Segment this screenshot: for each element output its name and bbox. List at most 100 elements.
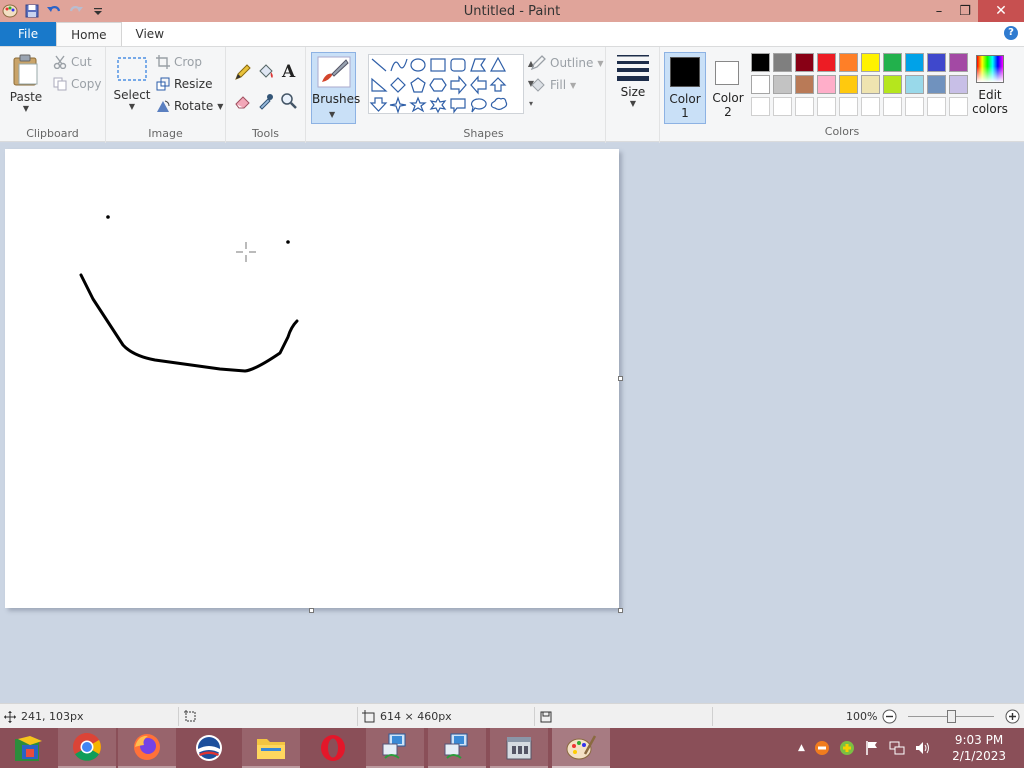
brushes-dropdown-icon[interactable]: ▼	[329, 110, 335, 119]
resize-handle-corner[interactable]	[618, 608, 623, 613]
canvas-workspace[interactable]	[0, 143, 1024, 703]
color-1-button[interactable]: Color 1	[664, 52, 706, 124]
zoom-slider[interactable]	[908, 709, 995, 724]
palette-swatch[interactable]	[861, 53, 880, 72]
color-2-button[interactable]: Color 2	[710, 52, 746, 124]
select-button[interactable]: Select ▼	[112, 53, 152, 111]
palette-custom-slot[interactable]	[949, 97, 968, 116]
cut-button[interactable]: Cut	[53, 55, 92, 69]
zoom-slider-thumb[interactable]	[946, 710, 956, 723]
tab-home[interactable]: Home	[56, 22, 122, 46]
taskbar-firefox[interactable]	[118, 728, 176, 768]
store-icon	[506, 737, 532, 760]
palette-custom-slot[interactable]	[927, 97, 946, 116]
fill-button[interactable]: Fill ▼	[530, 77, 576, 93]
zoom-level: 100%	[846, 710, 878, 723]
palette-swatch[interactable]	[949, 75, 968, 94]
taskbar-circle-app[interactable]	[180, 728, 238, 768]
redo-icon[interactable]	[68, 3, 84, 19]
taskbar-app-launcher[interactable]	[0, 728, 58, 768]
palette-swatch[interactable]	[861, 75, 880, 94]
size-dropdown-icon[interactable]: ▼	[611, 99, 655, 108]
eraser-tool[interactable]	[234, 92, 252, 113]
restore-button[interactable]: ❐	[952, 0, 978, 22]
palette-custom-slot[interactable]	[839, 97, 858, 116]
save-icon[interactable]	[24, 3, 40, 19]
zoom-in-icon[interactable]	[1005, 709, 1020, 724]
palette-swatch[interactable]	[773, 53, 792, 72]
crop-icon	[156, 55, 170, 69]
fill-tool[interactable]	[257, 63, 275, 84]
resize-handle-right[interactable]	[618, 376, 623, 381]
taskbar-store-app[interactable]	[490, 728, 548, 768]
palette-swatch[interactable]	[817, 53, 836, 72]
size-button[interactable]: Size ▼	[611, 52, 655, 124]
paste-dropdown-icon[interactable]: ▼	[6, 104, 46, 113]
palette-swatch[interactable]	[949, 53, 968, 72]
palette-swatch[interactable]	[795, 75, 814, 94]
help-icon[interactable]: ?	[1004, 26, 1018, 40]
flag-icon[interactable]	[864, 740, 880, 756]
taskbar-paint[interactable]	[552, 728, 610, 768]
palette-custom-slot[interactable]	[905, 97, 924, 116]
color-picker-tool[interactable]	[257, 92, 275, 113]
palette-swatch[interactable]	[795, 53, 814, 72]
palette-swatch[interactable]	[817, 75, 836, 94]
rotate-button[interactable]: Rotate ▼	[156, 99, 223, 113]
tray-green-icon[interactable]	[839, 740, 855, 756]
resize-button[interactable]: Resize	[156, 77, 212, 91]
taskbar-clock[interactable]: 9:03 PM 2/1/2023	[952, 732, 1006, 764]
color-2-number: 2	[724, 105, 732, 119]
palette-custom-slot[interactable]	[861, 97, 880, 116]
palette-swatch[interactable]	[883, 75, 902, 94]
palette-custom-slot[interactable]	[751, 97, 770, 116]
palette-swatch[interactable]	[839, 53, 858, 72]
tray-orange-icon[interactable]	[814, 740, 830, 756]
brushes-button[interactable]: Brushes ▼	[311, 52, 360, 124]
undo-icon[interactable]	[46, 3, 62, 19]
resize-handle-bottom[interactable]	[309, 608, 314, 613]
taskbar-network-app-1[interactable]	[366, 728, 424, 768]
outline-button[interactable]: Outline ▼	[530, 55, 604, 71]
taskbar-chrome[interactable]	[58, 728, 116, 768]
edit-colors-button[interactable]: Edit colors	[968, 52, 1012, 124]
palette-swatch[interactable]	[905, 53, 924, 72]
rotate-dropdown-icon[interactable]: ▼	[217, 102, 223, 111]
tab-view[interactable]: View	[122, 22, 178, 46]
palette-swatch[interactable]	[751, 53, 770, 72]
copy-button[interactable]: Copy	[53, 77, 101, 91]
tab-file[interactable]: File	[0, 22, 57, 46]
palette-swatch[interactable]	[839, 75, 858, 94]
zoom-out-icon[interactable]	[882, 709, 897, 724]
palette-swatch[interactable]	[883, 53, 902, 72]
show-hidden-icons[interactable]: ▲	[798, 743, 805, 753]
crop-button[interactable]: Crop	[156, 55, 202, 69]
taskbar-file-explorer[interactable]	[242, 728, 300, 768]
drawing-canvas[interactable]	[5, 149, 619, 608]
clock-date: 2/1/2023	[952, 749, 1006, 763]
select-dropdown-icon[interactable]: ▼	[112, 102, 152, 111]
taskbar-network-app-2[interactable]	[428, 728, 486, 768]
palette-custom-slot[interactable]	[773, 97, 792, 116]
palette-swatch[interactable]	[751, 75, 770, 94]
pencil-tool[interactable]	[234, 63, 252, 84]
customize-toolbar-icon[interactable]	[90, 3, 106, 19]
taskbar-opera[interactable]	[304, 728, 362, 768]
close-button[interactable]: ✕	[978, 0, 1024, 22]
palette-swatch[interactable]	[905, 75, 924, 94]
palette-swatch[interactable]	[927, 75, 946, 94]
paint-app-icon[interactable]	[2, 3, 18, 19]
magnifier-tool[interactable]	[280, 92, 298, 113]
palette-custom-slot[interactable]	[795, 97, 814, 116]
paste-button[interactable]: Paste ▼	[6, 53, 46, 113]
color-2-label: Color	[712, 91, 744, 105]
network-icon[interactable]	[889, 740, 905, 756]
minimize-button[interactable]: –	[926, 0, 952, 22]
text-tool[interactable]: A	[280, 61, 298, 84]
palette-swatch[interactable]	[927, 53, 946, 72]
palette-custom-slot[interactable]	[817, 97, 836, 116]
palette-custom-slot[interactable]	[883, 97, 902, 116]
palette-swatch[interactable]	[773, 75, 792, 94]
shapes-gallery[interactable]	[368, 54, 524, 114]
volume-icon[interactable]	[914, 740, 932, 756]
